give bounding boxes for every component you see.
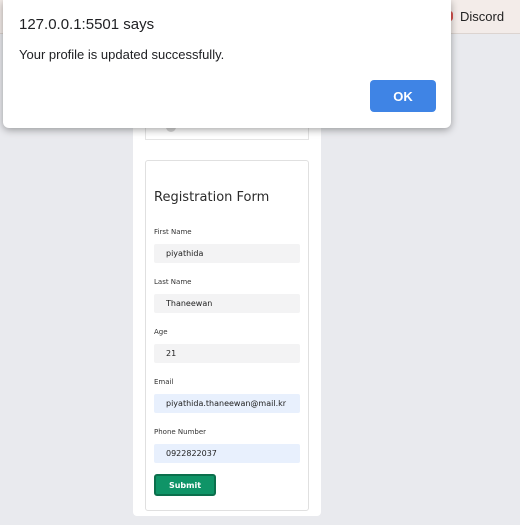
bookmark-label: Discord [460,8,505,24]
last-name-input[interactable] [154,294,300,313]
email-input[interactable] [154,394,300,413]
last-name-label: Last Name [154,278,192,286]
dialog-message: Your profile is updated successfully. [19,47,225,62]
dialog-title: 127.0.0.1:5501 says [19,16,155,33]
age-input[interactable] [154,344,300,363]
registration-form: Registration Form First Name Last Name A… [145,160,309,511]
age-label: Age [154,328,168,336]
phone-input[interactable] [154,444,300,463]
form-title: Registration Form [154,190,270,205]
first-name-input[interactable] [154,244,300,263]
ok-button[interactable]: OK [370,80,436,112]
email-label: Email [154,378,174,386]
phone-label: Phone Number [154,428,207,436]
alert-dialog: 127.0.0.1:5501 says Your profile is upda… [3,0,451,128]
submit-button[interactable]: Submit [154,474,216,496]
first-name-label: First Name [154,228,192,236]
